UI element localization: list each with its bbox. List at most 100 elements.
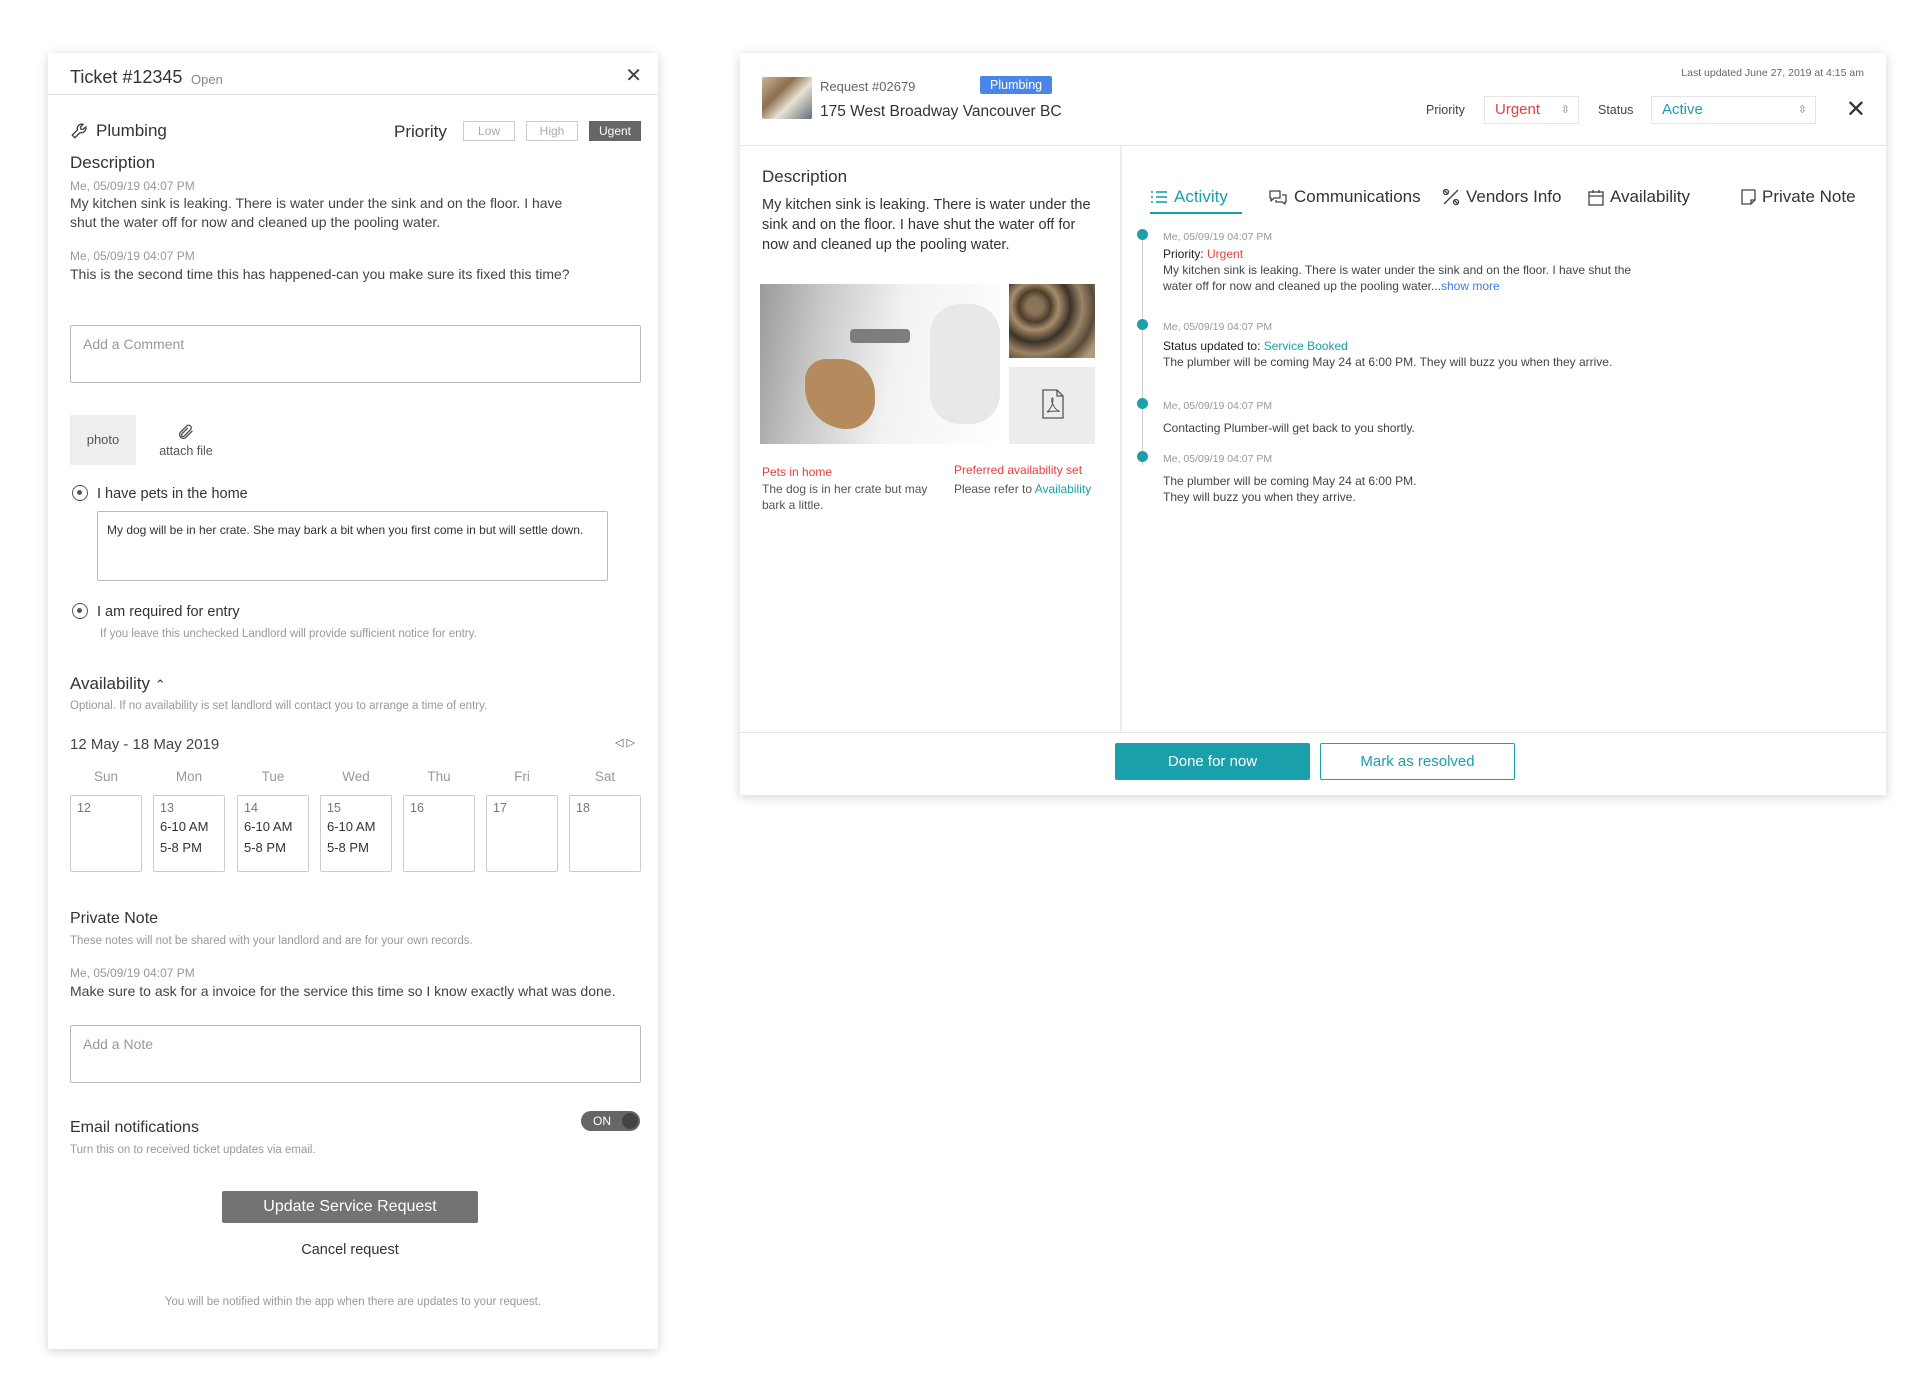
activity-status: Status updated to: Service Booked [1163, 339, 1348, 353]
list-icon [1151, 191, 1167, 203]
note-input[interactable]: Add a Note [70, 1025, 641, 1083]
calendar-day-cell[interactable]: 14 6-10 AM 5-8 PM [237, 795, 309, 872]
tab-activity[interactable]: Activity [1150, 187, 1228, 207]
priority-label: Priority [394, 122, 447, 141]
pdf-icon [1042, 389, 1064, 419]
day-number: 15 [327, 801, 341, 815]
tab-private-note[interactable]: Private Note [1741, 187, 1856, 207]
ticket-status: Open [191, 72, 223, 87]
activity-text: The plumber will be coming May 24 at 6:0… [1163, 355, 1613, 369]
priority-value: Urgent [1495, 101, 1541, 118]
calendar-day-cell[interactable]: 16 [403, 795, 475, 872]
private-note-text: Make sure to ask for a invoice for the s… [70, 983, 616, 999]
availability-hint: Optional. If no availability is set land… [70, 700, 488, 712]
footnote: You will be notified within the app when… [164, 1296, 542, 1308]
priority-label: Priority [1426, 103, 1465, 117]
comment-placeholder: Add a Comment [83, 336, 185, 352]
chevron-left-icon[interactable]: ◁ [615, 737, 626, 749]
tab-availability[interactable]: Availability [1588, 187, 1690, 207]
status-label: Status [1598, 103, 1634, 117]
chat-icon [1269, 190, 1287, 205]
header-divider [740, 145, 1886, 146]
timeline-dot [1137, 319, 1148, 330]
photo-button[interactable]: photo [70, 415, 136, 465]
close-icon[interactable]: ✕ [625, 63, 642, 88]
chevron-right-icon[interactable]: ▷ [626, 737, 637, 749]
calendar-day-cell[interactable]: 12 [70, 795, 142, 872]
show-more-link[interactable]: show more [1441, 279, 1500, 293]
cancel-request-link[interactable]: Cancel request [222, 1242, 478, 1258]
update-request-button[interactable]: Update Service Request [222, 1191, 478, 1223]
toggle-knob [622, 1113, 638, 1129]
paperclip-icon [179, 424, 193, 439]
close-icon[interactable]: ✕ [1846, 95, 1866, 124]
priority-high-button[interactable]: High [526, 121, 578, 141]
time-slot: 6-10 AM [327, 819, 376, 834]
timeline-dot [1137, 398, 1148, 409]
day-header: Fri [514, 769, 530, 784]
entry-label: I am required for entry [97, 604, 240, 620]
priority-urgent-button[interactable]: Ugent [589, 121, 641, 141]
description-text: My kitchen sink is leaking. There is wat… [762, 197, 1091, 253]
wrench-icon [71, 123, 87, 139]
priority-select[interactable]: Urgent ⇳ [1484, 96, 1579, 124]
time-slot: 6-10 AM [244, 819, 293, 834]
done-for-now-button[interactable]: Done for now [1115, 743, 1310, 780]
active-tab-indicator [1150, 212, 1242, 214]
pdf-attachment[interactable] [1009, 367, 1095, 444]
attach-file-button[interactable]: attach file [151, 423, 221, 458]
calendar-day-cell[interactable]: 17 [486, 795, 558, 872]
last-updated: Last updated June 27, 2019 at 4:15 am [1681, 67, 1864, 79]
private-note-hint: These notes will not be shared with your… [70, 935, 473, 947]
status-value: Active [1662, 101, 1703, 118]
tab-vendors-info[interactable]: Vendors Info [1442, 187, 1561, 207]
note-icon [1741, 189, 1756, 205]
request-address: 175 West Broadway Vancouver BC [820, 103, 1062, 120]
calendar-day-cell[interactable]: 15 6-10 AM 5-8 PM [320, 795, 392, 872]
email-toggle[interactable]: ON [581, 1111, 640, 1131]
pipes-photo[interactable] [1009, 284, 1095, 358]
availability-title[interactable]: Availability ⌃ [70, 674, 166, 694]
pets-radio[interactable] [72, 485, 88, 501]
activity-text: They will buzz you when they arrive. [1163, 490, 1356, 504]
calendar-nav[interactable]: ◁▷ [615, 736, 638, 749]
timeline-dot [1137, 451, 1148, 462]
time-slot: 6-10 AM [160, 819, 209, 834]
message-text: shut the water off for now and cleaned u… [70, 214, 441, 230]
calendar-icon [1588, 189, 1604, 206]
calendar-day-cell[interactable]: 13 6-10 AM 5-8 PM [153, 795, 225, 872]
tab-communications[interactable]: Communications [1268, 187, 1421, 207]
day-number: 13 [160, 801, 174, 815]
pets-note-input[interactable]: My dog will be in her crate. She may bar… [97, 511, 608, 581]
calendar-day-cell[interactable]: 18 [569, 795, 641, 872]
email-title: Email notifications [70, 1119, 199, 1136]
request-panel: Request #02679 Plumbing 175 West Broadwa… [740, 53, 1886, 795]
day-header: Sun [93, 769, 119, 784]
comment-input[interactable]: Add a Comment [70, 325, 641, 383]
faucet-photo[interactable] [760, 284, 1000, 444]
activity-text: The plumber will be coming May 24 at 6:0… [1163, 474, 1417, 488]
day-header: Mon [175, 769, 203, 784]
message-meta: Me, 05/09/19 04:07 PM [70, 179, 195, 193]
activity-meta: Me, 05/09/19 04:07 PM [1163, 400, 1273, 412]
day-number: 12 [77, 801, 91, 815]
day-number: 18 [576, 801, 590, 815]
activity-text: Contacting Plumber-will get back to you … [1163, 421, 1415, 435]
request-number: Request #02679 [820, 79, 916, 94]
entry-hint: If you leave this unchecked Landlord wil… [100, 628, 477, 640]
status-select[interactable]: Active ⇳ [1651, 96, 1816, 124]
availability-link[interactable]: Availability [1035, 482, 1091, 496]
entry-radio[interactable] [72, 603, 88, 619]
timeline-dot [1137, 229, 1148, 240]
description-title: Description [762, 167, 848, 186]
ticket-panel: Ticket #12345 Open ✕ Plumbing Priority L… [48, 53, 658, 1349]
category-label: Plumbing [96, 121, 167, 140]
ticket-header: Ticket #12345 Open ✕ [48, 53, 658, 95]
day-header: Wed [342, 769, 370, 784]
ticket-category: Plumbing [70, 121, 167, 141]
property-thumbnail [762, 77, 812, 119]
tools-icon [1442, 188, 1460, 206]
activity-meta: Me, 05/09/19 04:07 PM [1163, 321, 1273, 333]
priority-low-button[interactable]: Low [463, 121, 515, 141]
mark-resolved-button[interactable]: Mark as resolved [1320, 743, 1515, 780]
